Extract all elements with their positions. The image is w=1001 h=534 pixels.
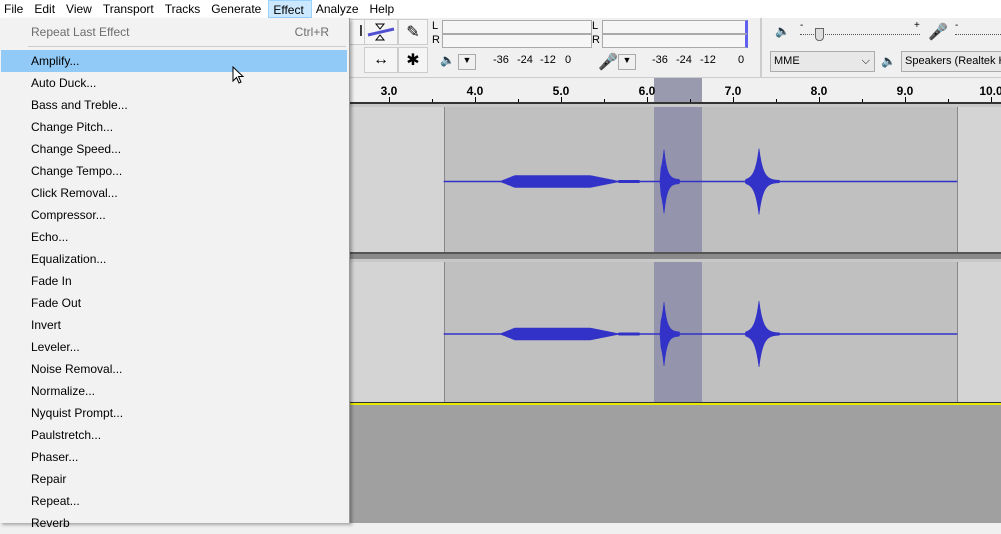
menu-item-paulstretch[interactable]: Paulstretch... <box>1 424 347 446</box>
meter-label: L <box>592 20 599 32</box>
menu-item-click-removal[interactable]: Click Removal... <box>1 182 347 204</box>
menu-file[interactable]: File <box>0 0 30 18</box>
waveform <box>443 148 958 215</box>
ruler-tick-label: 7.0 <box>724 84 742 98</box>
toolbars: I ✎ ↔ ✱ L R L R 🔈 ▼ -36 -24 -12 0 🎤 ▼ -3… <box>346 18 1001 78</box>
meter-label: R <box>592 34 600 46</box>
db-label: -24 <box>517 54 533 66</box>
menu-item-amplify[interactable]: Amplify... <box>1 50 347 72</box>
menu-item-change-tempo[interactable]: Change Tempo... <box>1 160 347 182</box>
playback-meter-right[interactable] <box>442 34 592 48</box>
pencil-icon[interactable]: ✎ <box>398 19 428 45</box>
menu-bar: File Edit View Transport Tracks Generate Effec… <box>0 0 1001 18</box>
multi-tool[interactable]: ✱ <box>398 47 428 73</box>
menu-effect[interactable]: Effect <box>268 0 312 18</box>
mouse-cursor-icon <box>232 66 245 84</box>
db-label: 0 <box>738 54 745 66</box>
output-volume-icon: 🔈 <box>775 24 790 38</box>
menu-item-echo[interactable]: Echo... <box>1 226 347 248</box>
waveform-shape <box>443 300 958 368</box>
db-label: -24 <box>676 54 692 66</box>
waveform-shape <box>443 148 958 215</box>
audio-host-select[interactable]: MME ⌵ <box>770 51 875 72</box>
menu-item-repeat[interactable]: Repeat... <box>1 490 347 512</box>
menu-item-fade-in[interactable]: Fade In <box>1 270 347 292</box>
meter-label: L <box>432 20 439 32</box>
timeline-ruler[interactable]: 3.0 4.0 5.0 6.0 7.0 8.0 9.0 10.0 <box>350 78 1001 104</box>
slider-max-label: + <box>914 20 920 31</box>
playback-meter-left[interactable] <box>442 20 592 34</box>
menu-item-repair[interactable]: Repair <box>1 468 347 490</box>
db-label: -12 <box>700 54 716 66</box>
menu-item-equalization[interactable]: Equalization... <box>1 248 347 270</box>
menu-analyze[interactable]: Analyze <box>312 0 366 18</box>
db-label: -36 <box>652 54 668 66</box>
menu-item-change-speed[interactable]: Change Speed... <box>1 138 347 160</box>
playback-meter-dropdown[interactable]: ▼ <box>458 54 476 70</box>
menu-item-normalize[interactable]: Normalize... <box>1 380 347 402</box>
menu-item-bass-and-treble[interactable]: Bass and Treble... <box>1 94 347 116</box>
menu-view[interactable]: View <box>62 0 99 18</box>
ruler-tick-label: 5.0 <box>552 84 570 98</box>
menu-item-nyquist-prompt[interactable]: Nyquist Prompt... <box>1 402 347 424</box>
ruler-tick-label: 8.0 <box>810 84 828 98</box>
audio-track-right[interactable] <box>350 259 1001 402</box>
record-meter-right[interactable] <box>602 34 748 48</box>
audio-track-left[interactable] <box>350 104 1001 252</box>
menu-item-invert[interactable]: Invert <box>1 314 347 336</box>
menu-item-auto-duck[interactable]: Auto Duck... <box>1 72 347 94</box>
speaker-icon: 🔈 <box>881 54 896 68</box>
slider-min-label: - <box>800 20 804 31</box>
menu-transport[interactable]: Transport <box>99 0 161 18</box>
ruler-selection[interactable] <box>654 78 702 102</box>
ruler-tick-label: 9.0 <box>896 84 914 98</box>
microphone-icon: 🎤 <box>598 54 618 71</box>
record-meter-dropdown[interactable]: ▼ <box>618 54 636 70</box>
menu-item-reverb[interactable]: Reverb <box>1 512 347 534</box>
menu-item-noise-removal[interactable]: Noise Removal... <box>1 358 347 380</box>
speaker-icon: 🔈 <box>440 53 455 67</box>
db-label: 0 <box>565 54 572 66</box>
output-device-value: Speakers (Realtek H <box>905 55 1001 67</box>
audio-host-value: MME <box>774 55 800 67</box>
ruler-tick-label: 6.0 <box>638 84 656 98</box>
tracks-area[interactable] <box>350 104 1001 523</box>
timeshift-tool[interactable]: ↔ <box>364 47 398 73</box>
ruler-tick-label: 3.0 <box>380 84 398 98</box>
menu-item-compressor[interactable]: Compressor... <box>1 204 347 226</box>
menu-item-repeat-last-effect[interactable]: Repeat Last Effect Ctrl+R <box>1 21 347 43</box>
menu-generate[interactable]: Generate <box>207 0 268 18</box>
meter-label: R <box>432 34 440 46</box>
waveform <box>443 300 958 368</box>
record-meter-left[interactable] <box>602 20 748 34</box>
menu-tracks[interactable]: Tracks <box>161 0 208 18</box>
ruler-tick-label: 4.0 <box>466 84 484 98</box>
output-device-select[interactable]: Speakers (Realtek H <box>901 51 1001 72</box>
ruler-tick-label: 10.0 <box>979 84 1001 98</box>
effect-menu: Repeat Last Effect Ctrl+R Amplify... Auto … <box>0 18 350 530</box>
menu-item-fade-out[interactable]: Fade Out <box>1 292 347 314</box>
menu-item-change-pitch[interactable]: Change Pitch... <box>1 116 347 138</box>
slider-min-label: - <box>955 20 959 31</box>
menu-help[interactable]: Help <box>366 0 402 18</box>
envelope-tool[interactable] <box>364 19 398 45</box>
menu-item-phaser[interactable]: Phaser... <box>1 446 347 468</box>
db-label: -36 <box>493 54 509 66</box>
menu-item-leveler[interactable]: Leveler... <box>1 336 347 358</box>
menu-edit[interactable]: Edit <box>30 0 62 18</box>
db-label: -12 <box>540 54 556 66</box>
slider-thumb[interactable] <box>815 28 824 41</box>
microphone-icon: 🎤 <box>928 24 948 41</box>
input-volume-slider[interactable] <box>955 34 1001 35</box>
